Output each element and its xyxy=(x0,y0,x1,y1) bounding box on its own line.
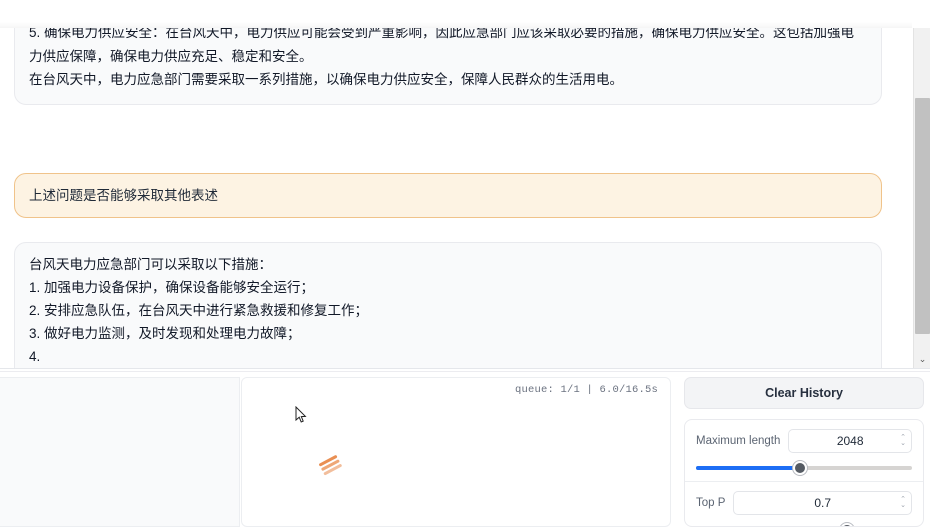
maximum-length-number-input[interactable]: 2048 ⌃ ⌄ xyxy=(788,429,912,453)
slider-thumb[interactable] xyxy=(840,523,855,526)
parameter-sliders-card: Maximum length 2048 ⌃ ⌄ Top P 0.7 ⌃ ⌄ xyxy=(684,419,924,527)
message-line: 3. 做好电力监测，及时发现和处理电力故障； xyxy=(29,326,301,341)
app-root: 况下有效地应对。 3. 做好电力监测：应急部门应该密切监测电力运行状况，及时发现… xyxy=(0,0,930,527)
message-input-panel[interactable] xyxy=(0,377,240,527)
chat-vertical-scrollbar[interactable]: ⌄ xyxy=(913,28,930,368)
maximum-length-value: 2048 xyxy=(836,434,864,448)
chat-message-bot-2: 台风天电力应急部门可以采取以下措施： 1. 加强电力设备保护，确保设备能够安全运… xyxy=(14,242,882,368)
queue-status-text: queue: 1/1 | 6.0/16.5s xyxy=(514,384,658,396)
chat-message-list: 况下有效地应对。 3. 做好电力监测：应急部门应该密切监测电力运行状况，及时发现… xyxy=(0,28,908,368)
top-p-number-input[interactable]: 0.7 ⌃ ⌄ xyxy=(733,491,912,515)
stepper-down-icon[interactable]: ⌄ xyxy=(900,502,906,509)
output-status-panel: queue: 1/1 | 6.0/16.5s xyxy=(241,377,671,527)
message-line: 在台风天中，电力应急部门需要采取一系列措施，以确保电力供应安全，保障人民群众的生… xyxy=(29,72,623,87)
chat-scroll-region[interactable]: 况下有效地应对。 3. 做好电力监测：应急部门应该密切监测电力运行状况，及时发现… xyxy=(0,28,930,368)
chat-message-bot-1: 况下有效地应对。 3. 做好电力监测：应急部门应该密切监测电力运行状况，及时发现… xyxy=(14,28,882,105)
message-line: 1. 加强电力设备保护，确保设备能够安全运行； xyxy=(29,280,315,295)
slider-label-maximum-length: Maximum length xyxy=(696,435,781,447)
slider-header: Maximum length 2048 ⌃ ⌄ xyxy=(696,429,912,453)
top-p-value: 0.7 xyxy=(814,496,832,510)
message-line: 4. xyxy=(29,349,41,364)
slider-label-top-p: Top P xyxy=(696,497,726,509)
maximum-length-stepper[interactable]: ⌃ ⌄ xyxy=(900,434,906,447)
message-line: 上述问题是否能够采取其他表述 xyxy=(29,188,218,203)
slider-block-maximum-length: Maximum length 2048 ⌃ ⌄ xyxy=(685,420,923,481)
top-p-slider[interactable] xyxy=(696,523,912,526)
clear-history-button[interactable]: Clear History xyxy=(684,377,924,409)
settings-column: Clear History Maximum length 2048 ⌃ ⌄ To… xyxy=(684,372,930,527)
chat-message-user-row: 上述问题是否能够采取其他表述 xyxy=(14,173,882,218)
top-strip xyxy=(0,0,930,30)
scrollbar-thumb[interactable] xyxy=(915,98,930,334)
slider-track-fill xyxy=(696,466,800,470)
slider-block-top-p: Top P 0.7 ⌃ ⌄ xyxy=(685,481,923,526)
chat-message-user-1: 上述问题是否能够采取其他表述 xyxy=(14,173,882,218)
scroll-down-arrow-icon[interactable]: ⌄ xyxy=(914,351,930,368)
slider-thumb[interactable] xyxy=(792,461,807,475)
slider-header: Top P 0.7 ⌃ ⌄ xyxy=(696,491,912,515)
stepper-down-icon[interactable]: ⌄ xyxy=(900,440,906,447)
loading-spinner-icon xyxy=(318,454,346,478)
maximum-length-slider[interactable] xyxy=(696,461,912,475)
section-divider xyxy=(0,368,930,369)
top-p-stepper[interactable]: ⌃ ⌄ xyxy=(900,496,906,509)
chat-message-bot-row: 台风天电力应急部门可以采取以下措施： 1. 加强电力设备保护，确保设备能够安全运… xyxy=(14,242,882,368)
message-line: 5. 确保电力供应安全：在台风天中，电力供应可能会受到严重影响，因此应急部门应该… xyxy=(29,28,855,64)
message-line: 台风天电力应急部门可以采取以下措施： xyxy=(29,257,272,272)
message-line: 2. 安排应急队伍，在台风天中进行紧急救援和修复工作； xyxy=(29,303,369,318)
